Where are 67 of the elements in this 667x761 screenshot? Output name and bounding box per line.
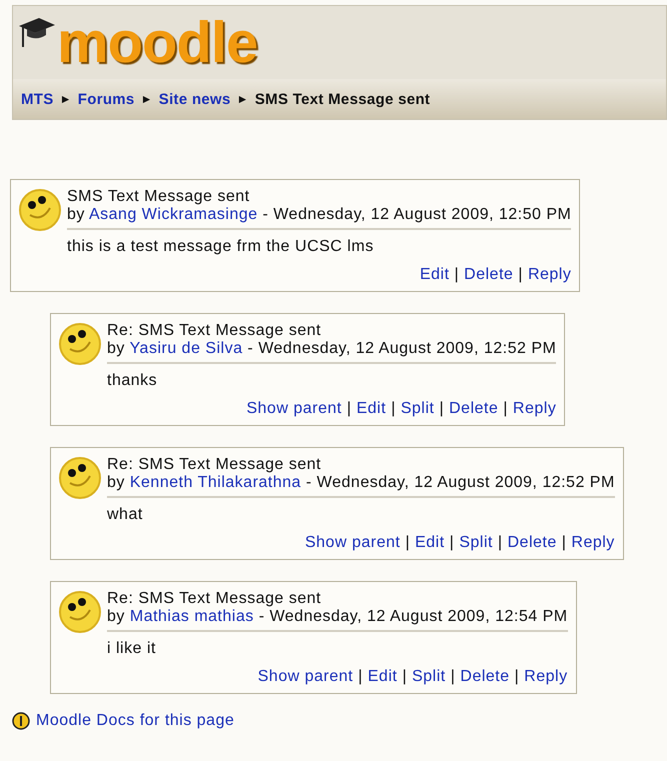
command-separator: | [454,266,460,284]
command-link[interactable]: Split [400,400,434,418]
by-label: by [67,206,85,223]
smiley-avatar-icon [18,188,62,232]
info-icon [12,712,30,730]
post-message: i like it [107,639,157,659]
command-link[interactable]: Delete [464,266,514,284]
breadcrumb-separator: ► [60,92,72,106]
command-link[interactable]: Reply [571,534,615,552]
command-separator: | [391,400,396,418]
command-link[interactable]: Delete [507,534,557,552]
command-separator: | [514,668,520,686]
author-link[interactable]: Yasiru de Silva [130,340,243,357]
command-link[interactable]: Delete [449,400,498,418]
post-subject: SMS Text Message sent [67,188,251,206]
command-link[interactable]: Show parent [258,668,354,686]
breadcrumb-separator: ► [236,92,249,106]
command-link[interactable]: Reply [528,266,572,284]
breadcrumb-link[interactable]: Forums [78,90,135,108]
post-message: this is a test message frm the UCSC lms [67,237,375,257]
command-separator: | [562,534,566,552]
post-message: thanks [107,371,158,391]
breadcrumb-link[interactable]: MTS [21,90,54,108]
graduation-cap-icon [17,16,57,50]
command-link[interactable]: Edit [420,266,450,284]
command-link[interactable]: Delete [460,668,510,686]
command-link[interactable]: Show parent [246,400,342,418]
by-label: by [107,474,125,491]
command-separator: | [498,534,502,552]
command-link[interactable]: Edit [368,668,398,686]
command-separator: | [346,400,352,418]
author-link[interactable]: Mathias mathias [130,608,254,625]
post-subject: Re: SMS Text Message sent [107,590,322,608]
author-link[interactable]: Asang Wickramasinge [88,206,258,223]
post-date: - Wednesday, 12 August 2009, 12:50 PM [262,206,572,223]
command-link[interactable]: Edit [356,400,386,418]
author-link[interactable]: Kenneth Thilakarathna [130,474,302,491]
command-separator: | [439,400,444,418]
command-separator: | [358,668,363,686]
post-message: what [107,505,144,525]
post-date: - Wednesday, 12 August 2009, 12:52 PM [306,474,615,491]
smiley-avatar-icon [58,590,102,634]
post-subject: Re: SMS Text Message sent [107,456,322,474]
command-separator: | [503,400,508,418]
command-separator: | [405,534,410,552]
command-separator: | [402,668,407,686]
breadcrumb-separator: ► [140,92,153,106]
post-date: - Wednesday, 12 August 2009, 12:54 PM [258,608,568,625]
command-link[interactable]: Edit [414,534,445,552]
command-link[interactable]: Reply [524,668,568,686]
by-label: by [107,340,125,357]
breadcrumb-current: SMS Text Message sent [254,90,430,108]
smiley-avatar-icon [58,456,102,500]
post-subject: Re: SMS Text Message sent [107,322,322,340]
smiley-avatar-icon [58,322,102,366]
command-link[interactable]: Split [412,668,446,686]
command-separator: | [518,266,523,284]
command-link[interactable]: Reply [512,400,556,418]
breadcrumb-link[interactable]: Site news [158,90,231,108]
command-separator: | [450,534,454,552]
docs-link[interactable]: Moodle Docs for this page [36,712,234,730]
by-label: by [107,608,125,625]
logo: moodle [57,14,258,72]
post-date: - Wednesday, 12 August 2009, 12:52 PM [248,340,556,357]
command-link[interactable]: Show parent [304,534,400,552]
command-link[interactable]: Split [459,534,493,552]
command-separator: | [450,668,456,686]
